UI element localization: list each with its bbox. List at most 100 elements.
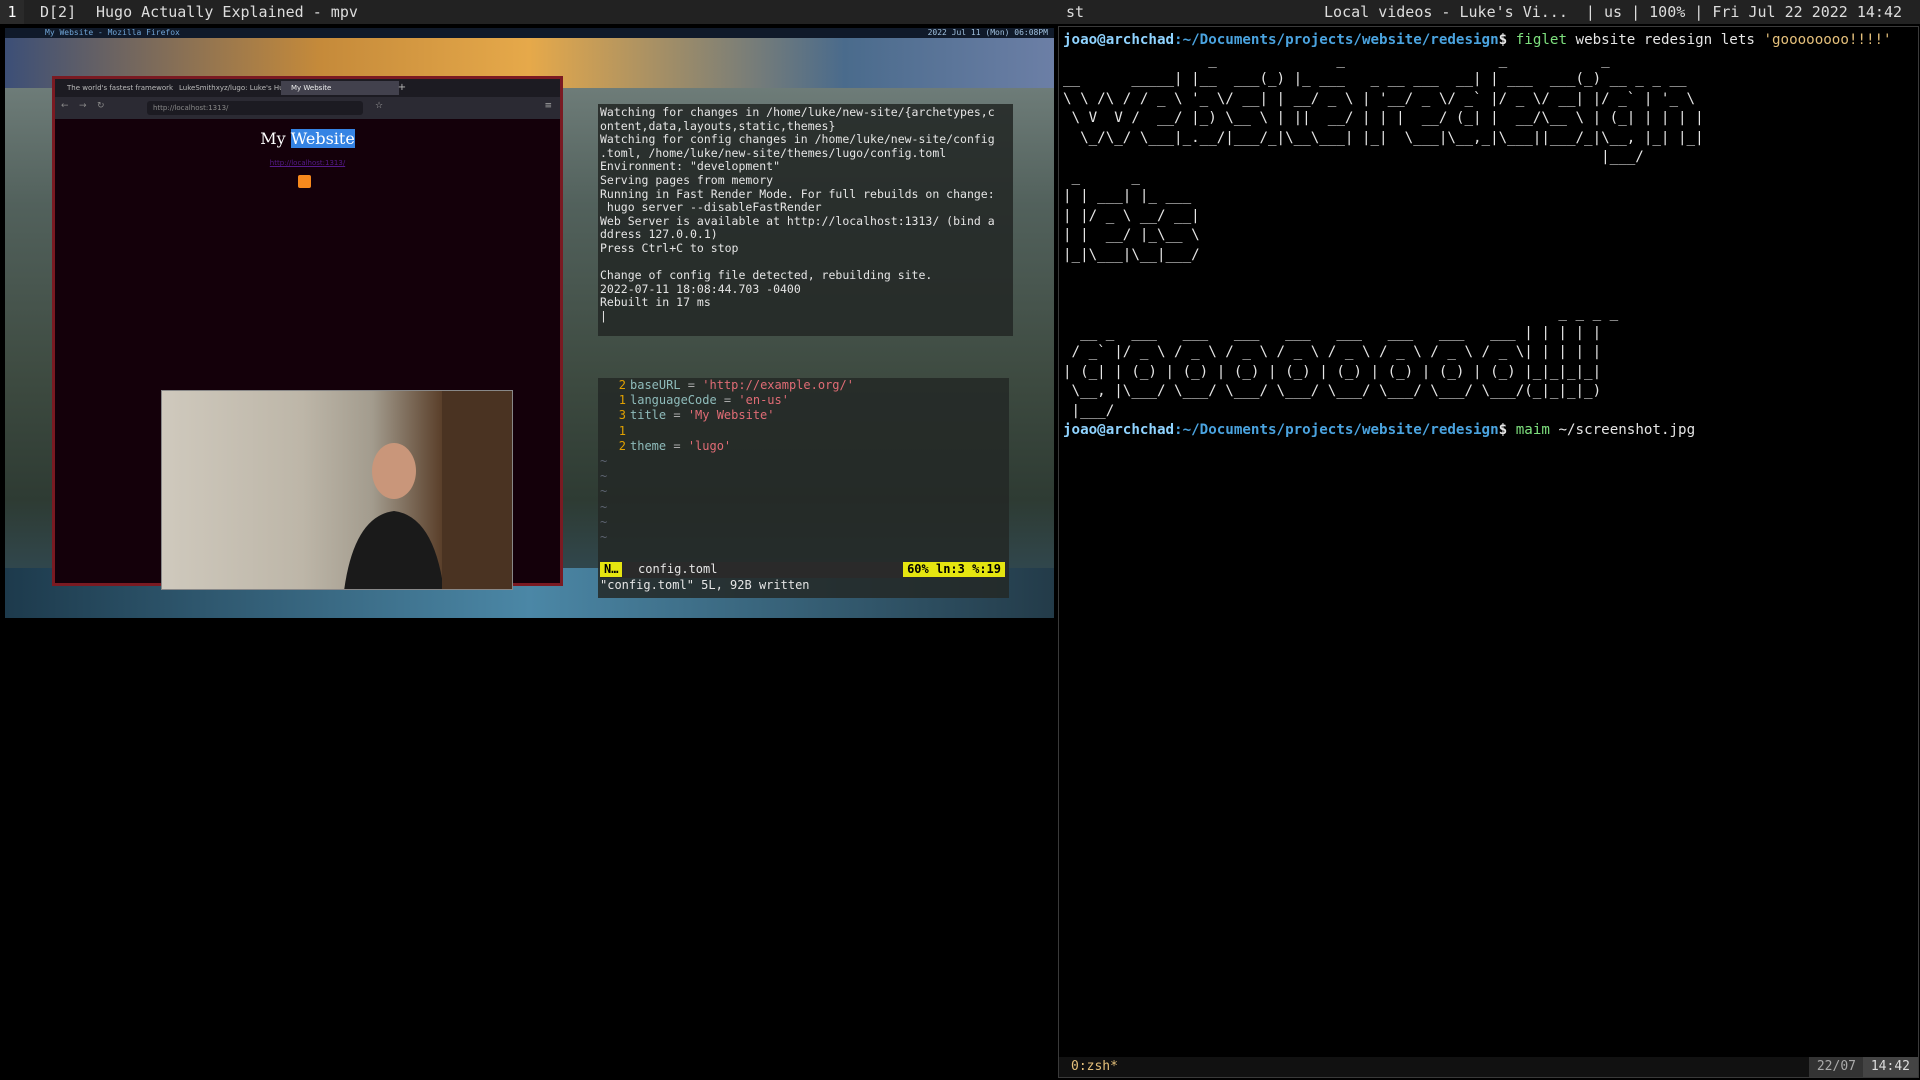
vim-empty-line: ~ bbox=[600, 530, 608, 545]
command-name: figlet bbox=[1515, 32, 1567, 48]
terminal-line: Rebuilt in 17 ms bbox=[600, 295, 711, 310]
terminal-line: Web Server is available at http://localh… bbox=[600, 213, 995, 228]
terminal-line: hugo server --disableFastRender bbox=[600, 200, 822, 215]
vim-filename: config.toml bbox=[638, 562, 718, 576]
new-tab-icon[interactable]: + bbox=[395, 81, 409, 95]
terminal-line: | bbox=[600, 308, 607, 323]
prompt-user: joao@archchad bbox=[1063, 422, 1175, 438]
rss-icon[interactable] bbox=[298, 175, 311, 188]
browser-tab-active[interactable]: My Website bbox=[281, 81, 399, 95]
terminal-line: ontent,data,layouts,static,themes} bbox=[600, 118, 836, 133]
vim-empty-line: ~ bbox=[600, 469, 608, 484]
focused-window-title: Hugo Actually Explained - mpv bbox=[96, 3, 358, 21]
vim-line-number: 2 bbox=[618, 378, 626, 392]
tmux-window[interactable]: 0:zsh* bbox=[1071, 1057, 1118, 1077]
vim-key: title bbox=[630, 408, 667, 423]
firefox-nav-bar: ← → ↻ http://localhost:1313/ ☆ ≡ bbox=[55, 97, 560, 119]
menu-icon[interactable]: ≡ bbox=[544, 101, 552, 111]
back-icon[interactable]: ← bbox=[61, 101, 69, 111]
vim-line-number: 1 bbox=[618, 423, 626, 438]
command-string-arg: 'goooooooo!!!!' bbox=[1763, 32, 1892, 48]
vim-empty-line: ~ bbox=[600, 454, 608, 469]
vim-buffer: 2 baseURL = 'http://example.org/' 1 languag… bbox=[598, 378, 1009, 545]
system-status: Local videos - Luke's Vi... | us | 100% … bbox=[1324, 3, 1902, 21]
vim-value: 'My Website' bbox=[687, 408, 775, 423]
vim-empty-line: ~ bbox=[600, 499, 608, 514]
vim-line: 2 theme = 'lugo' bbox=[598, 439, 1009, 454]
bookmark-star-icon[interactable]: ☆ bbox=[375, 101, 383, 111]
layout-indicator[interactable]: D[2] bbox=[40, 0, 76, 24]
person-figure bbox=[344, 443, 444, 589]
browser-tab[interactable]: LukeSmithxyz/lugo: Luke's Hu bbox=[169, 81, 287, 95]
prompt-user: joao@archchad bbox=[1063, 32, 1175, 48]
vim-line-number: 3 bbox=[618, 408, 626, 423]
firefox-tab-bar: The world's fastest framework LukeSmithx… bbox=[55, 79, 560, 97]
video-inner-status-bar: My Website - Mozilla Firefox 2022 Jul 11… bbox=[5, 28, 1054, 38]
top-status-bar: 1 D[2] Hugo Actually Explained - mpv st … bbox=[0, 0, 1920, 24]
terminal-line: Press Ctrl+C to stop bbox=[600, 240, 739, 255]
vim-message: "config.toml" 5L, 92B written bbox=[600, 578, 810, 592]
site-heading: My Website bbox=[55, 129, 560, 148]
prompt-path: :~/Documents/projects/website/redesign bbox=[1174, 422, 1499, 438]
st-terminal-window[interactable]: joao@archchad:~/Documents/projects/websi… bbox=[1058, 26, 1919, 1078]
vim-line: 2 baseURL = 'http://example.org/' bbox=[598, 378, 1009, 393]
video-inner-title: My Website - Mozilla Firefox bbox=[45, 28, 180, 37]
tmux-status-bar: 0:zsh* 22/07 14:42 bbox=[1059, 1057, 1918, 1077]
vim-line-number: 2 bbox=[618, 438, 626, 453]
vim-line: 1 languageCode = 'en-us' bbox=[598, 393, 1009, 408]
site-heading-plain: My bbox=[260, 129, 286, 148]
terminal-line: Environment: "development" bbox=[600, 159, 781, 174]
vim-key: theme bbox=[630, 438, 667, 453]
url-field[interactable]: http://localhost:1313/ bbox=[147, 101, 363, 115]
site-heading-selected: Website bbox=[290, 129, 355, 148]
forward-icon[interactable]: → bbox=[79, 101, 87, 111]
vim-line: 1 bbox=[598, 424, 1009, 439]
mpv-video-window[interactable]: My Website - Mozilla Firefox 2022 Jul 11… bbox=[5, 28, 1054, 618]
terminal-line: 2022-07-11 18:08:44.703 -0400 bbox=[600, 281, 801, 296]
terminal-output: joao@archchad:~/Documents/projects/websi… bbox=[1063, 31, 1892, 441]
vim-line: 3 title = 'My Website' bbox=[598, 408, 1009, 423]
hugo-server-terminal: Watching for changes in /home/luke/new-s… bbox=[598, 104, 1013, 336]
terminal-line: ddress 127.0.0.1) bbox=[600, 227, 718, 242]
vim-key: baseURL bbox=[630, 378, 681, 392]
vim-equals: = bbox=[716, 393, 739, 408]
workspace-indicator[interactable]: 1 bbox=[0, 0, 24, 24]
vim-key: languageCode bbox=[630, 393, 717, 408]
vim-equals: = bbox=[666, 408, 688, 423]
terminal-line: Change of config file detected, rebuildi… bbox=[600, 268, 933, 283]
terminal-line: Watching for config changes in /home/luk… bbox=[600, 132, 995, 147]
terminal-line: Serving pages from memory bbox=[600, 172, 774, 187]
tmux-date: 22/07 bbox=[1808, 1057, 1864, 1077]
bookshelf bbox=[442, 391, 512, 589]
command-input[interactable]: ~/screenshot.jpg bbox=[1550, 422, 1695, 438]
vim-equals: = bbox=[666, 438, 688, 453]
terminal-line: Running in Fast Render Mode. For full re… bbox=[600, 186, 995, 201]
site-home-link[interactable]: http://localhost:1313/ bbox=[55, 159, 560, 167]
vim-value: 'lugo' bbox=[687, 438, 732, 453]
reload-icon[interactable]: ↻ bbox=[97, 101, 105, 111]
prompt-path: :~/Documents/projects/website/redesign bbox=[1174, 32, 1499, 48]
vim-empty-line: ~ bbox=[600, 484, 608, 499]
vim-empty-line: ~ bbox=[600, 514, 608, 529]
vim-statusline: N… config.toml 60% ln:3 %:19 bbox=[600, 562, 1007, 578]
terminal-line: Watching for changes in /home/luke/new-s… bbox=[600, 105, 995, 119]
terminal-window-title: st bbox=[1066, 3, 1085, 21]
prompt-dollar: $ bbox=[1498, 422, 1508, 438]
vim-value: 'en-us' bbox=[738, 393, 789, 408]
vim-editor[interactable]: 2 baseURL = 'http://example.org/' 1 languag… bbox=[598, 378, 1009, 598]
video-inner-status: 2022 Jul 11 (Mon) 06:08PM bbox=[927, 28, 1048, 37]
vim-line-number: 1 bbox=[618, 393, 626, 408]
tmux-time: 14:42 bbox=[1862, 1057, 1918, 1077]
vim-equals: = bbox=[680, 378, 703, 392]
vim-value: 'http://example.org/' bbox=[702, 378, 854, 392]
terminal-line: .toml, /home/luke/new-site/themes/lugo/c… bbox=[600, 145, 947, 160]
browser-tab[interactable]: The world's fastest framework bbox=[57, 81, 175, 95]
vim-mode: N… bbox=[600, 562, 623, 578]
command-name: maim bbox=[1515, 422, 1550, 438]
prompt-dollar: $ bbox=[1498, 32, 1508, 48]
webcam-overlay bbox=[161, 390, 513, 590]
command-args: website redesign lets bbox=[1566, 32, 1764, 48]
vim-cursor-position: 60% ln:3 %:19 bbox=[903, 562, 1005, 578]
figlet-output: _ _ _ _ __ _____| |__ ___(_) |_ ___ _ __… bbox=[1063, 51, 1704, 419]
